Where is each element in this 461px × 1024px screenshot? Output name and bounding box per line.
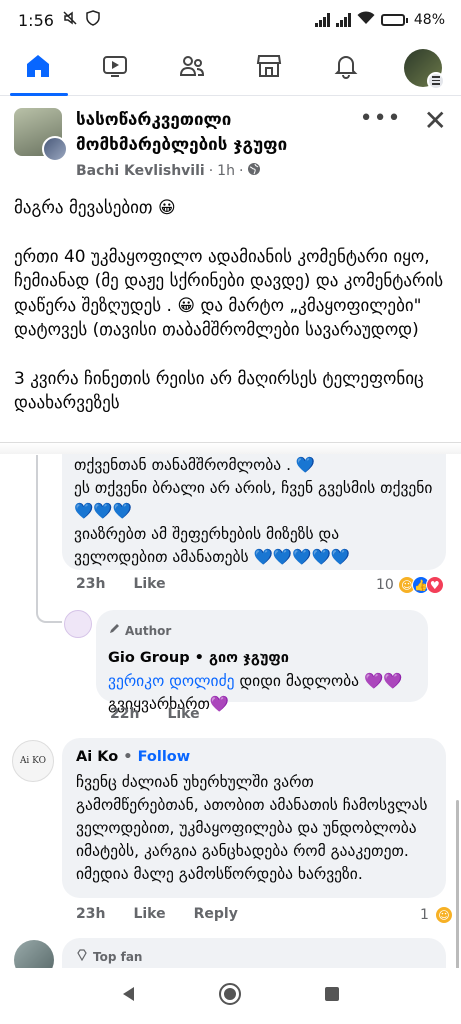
comment-text: ჩვენც ძალიან უხერხულში ვართ გამომწერებთა… bbox=[76, 773, 428, 883]
follow-button[interactable]: Follow bbox=[138, 749, 191, 765]
like-button[interactable]: Like bbox=[133, 906, 165, 922]
nav-video[interactable] bbox=[93, 46, 137, 90]
post-author[interactable]: Bachi Kevlishvili bbox=[76, 163, 205, 179]
marketplace-icon bbox=[255, 52, 283, 84]
home-button-icon[interactable] bbox=[218, 982, 242, 1010]
post-paragraph: მაგრა მევასებით 😀 bbox=[14, 198, 176, 218]
battery-icon bbox=[380, 14, 408, 26]
post-paragraph: 3 კვირა ჩინეთის რეისი არ მაღირსეს ტელეფო… bbox=[14, 368, 424, 414]
comment-actions: 23h Like Reply bbox=[76, 906, 266, 922]
wifi-icon bbox=[357, 11, 375, 29]
author-avatar[interactable] bbox=[42, 136, 68, 162]
friends-icon bbox=[178, 52, 206, 84]
top-nav bbox=[0, 40, 461, 96]
close-icon[interactable]: ✕ bbox=[424, 107, 447, 135]
reply-button[interactable]: Reply bbox=[194, 906, 238, 922]
comment-time: 22h bbox=[110, 706, 140, 722]
commenter-name[interactable]: Ai Ko bbox=[76, 749, 118, 765]
dot-separator: · bbox=[238, 163, 244, 179]
like-button[interactable]: Like bbox=[167, 706, 199, 722]
comment-bubble[interactable]: Ai Ko • Follow ჩვენც ძალიან უხერხულში ვა… bbox=[62, 738, 446, 898]
profile-avatar bbox=[403, 48, 445, 90]
reply-bubble[interactable]: Author Gio Group • გიო ჯგუფი ვერიკო დოლი… bbox=[96, 610, 428, 713]
comment-actions: 23h Like bbox=[76, 576, 194, 592]
post-paragraph: ერთი 40 უკმაყოფილო ადამიანის კომენტარი ი… bbox=[14, 246, 444, 341]
system-nav-bar bbox=[0, 968, 461, 1024]
gio-group-avatar[interactable] bbox=[64, 610, 92, 638]
back-icon[interactable] bbox=[120, 985, 138, 1007]
comment-time: 23h bbox=[76, 576, 106, 592]
love-reaction-icon: ♥ bbox=[425, 576, 444, 594]
nav-marketplace[interactable] bbox=[247, 46, 291, 90]
home-icon bbox=[24, 52, 52, 84]
signal-icon bbox=[335, 13, 351, 27]
post-time[interactable]: 1h bbox=[217, 163, 235, 179]
globe-icon bbox=[247, 162, 261, 180]
diamond-icon bbox=[76, 946, 88, 969]
more-options-icon[interactable]: ••• bbox=[360, 108, 402, 130]
commenter-name[interactable]: Gio Group • გიო ჯგუფი bbox=[108, 647, 416, 670]
nav-friends[interactable] bbox=[170, 46, 214, 90]
comment-time: 23h bbox=[76, 906, 106, 922]
recents-icon[interactable] bbox=[323, 985, 341, 1007]
nav-profile-menu[interactable] bbox=[401, 46, 445, 90]
post-body: მაგრა მევასებით 😀 ერთი 40 უკმაყოფილო ადა… bbox=[14, 196, 449, 440]
scrollbar[interactable] bbox=[456, 800, 459, 970]
comment-text: თქვენთან თანამშრომლობა . 💙 bbox=[74, 456, 316, 474]
wow-reaction-icon: ☺ bbox=[434, 906, 453, 924]
comment-bubble[interactable]: თქვენთან თანამშრომლობა . 💙 ეს თქვენი ბრა… bbox=[62, 446, 446, 570]
pencil-icon bbox=[108, 620, 120, 643]
mention-link[interactable]: ვერიკო დოლიძე bbox=[108, 672, 235, 690]
comment-text: ეს თქვენი ბრალი არ არის, ჩვენ გვესმის თქ… bbox=[74, 479, 433, 520]
video-icon bbox=[101, 52, 129, 84]
reaction-count: 10 bbox=[376, 577, 394, 593]
comment-reactions[interactable]: 1 ☺ bbox=[420, 906, 453, 924]
comment-text: ვიაზრებთ ამ შეფერხების მიზეზს და ველოდებ… bbox=[74, 525, 351, 566]
like-button[interactable]: Like bbox=[133, 576, 165, 592]
reaction-count: 1 bbox=[420, 907, 429, 923]
nav-active-indicator bbox=[10, 93, 68, 96]
comment-reactions[interactable]: 10 ☺ 👍 ♥ bbox=[376, 576, 444, 594]
battery-percent: 48% bbox=[413, 12, 445, 28]
top-fan-badge: Top fan bbox=[76, 946, 432, 969]
group-name[interactable]: სასოწარკვეთილი მომხმარებლების ჯგუფი bbox=[76, 108, 360, 158]
post-divider bbox=[0, 442, 461, 454]
shield-icon bbox=[86, 10, 100, 30]
author-badge: Author bbox=[108, 620, 416, 643]
signal-icon bbox=[314, 13, 330, 27]
reply-actions: 22h Like bbox=[110, 706, 228, 722]
post-header: სასოწარკვეთილი მომხმარებლების ჯგუფი Bach… bbox=[14, 107, 447, 180]
status-time: 1:56 bbox=[18, 10, 54, 30]
notifications-icon bbox=[332, 52, 360, 84]
profile-menu-icon bbox=[426, 71, 445, 90]
dot-separator: · bbox=[208, 163, 214, 179]
ai-ko-avatar[interactable]: Ai KO bbox=[12, 740, 54, 782]
group-avatar[interactable] bbox=[14, 108, 68, 162]
reply-thread-line bbox=[36, 455, 62, 623]
nav-notifications[interactable] bbox=[324, 46, 368, 90]
status-bar: 1:56 48% bbox=[0, 0, 461, 40]
nav-home[interactable] bbox=[16, 46, 60, 90]
mute-icon bbox=[62, 10, 78, 30]
